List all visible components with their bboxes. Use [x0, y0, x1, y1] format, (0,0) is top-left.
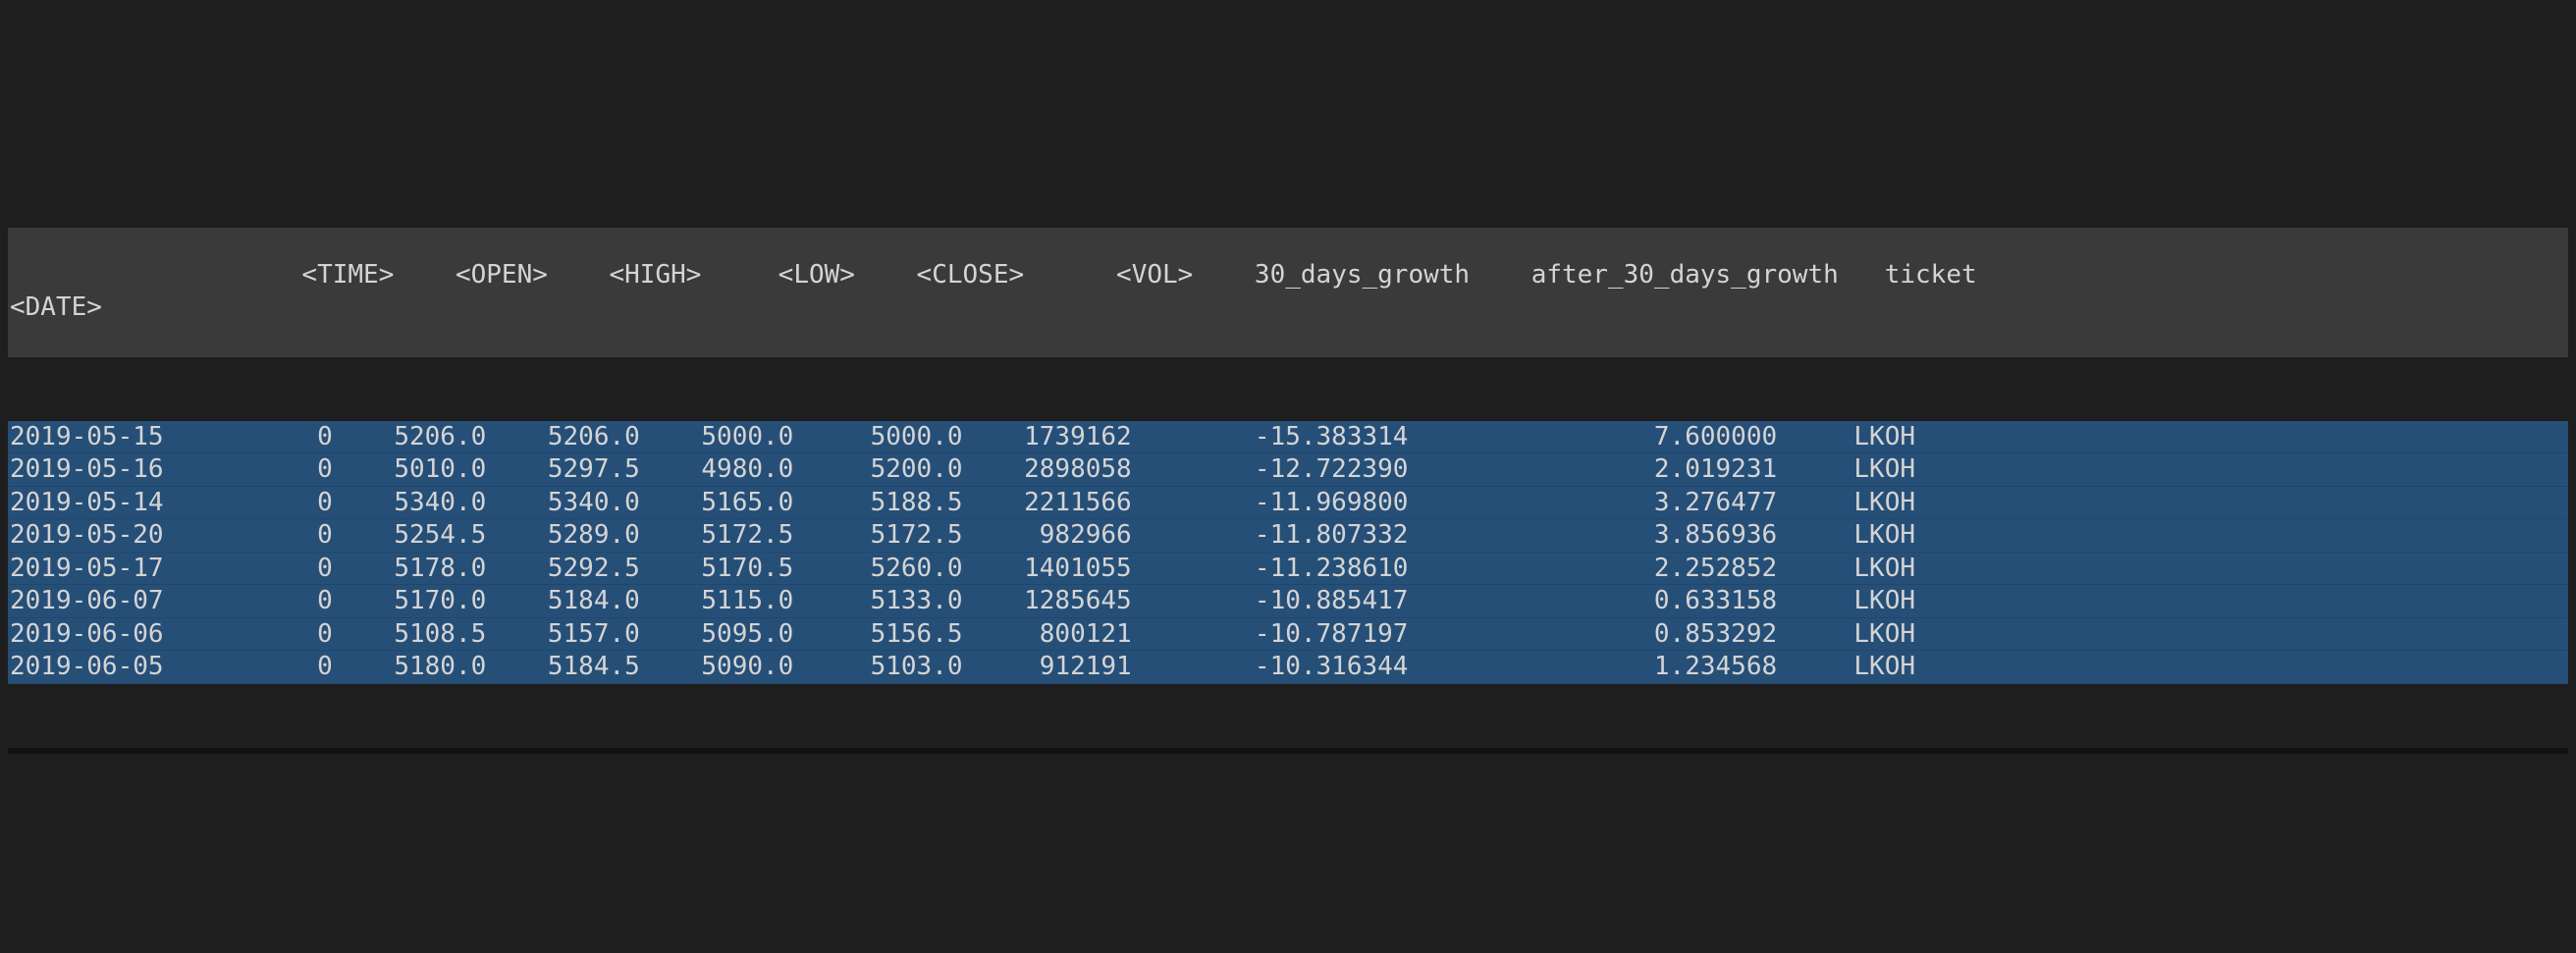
table-row[interactable]: 2019-05-15 0 5206.0 5206.0 5000.0 5000.0…	[8, 421, 2568, 454]
dataframe-output: <TIME> <OPEN> <HIGH> <LOW> <CLOSE> <VOL>…	[0, 160, 2576, 794]
bottom-border	[8, 748, 2568, 754]
table-row[interactable]: 2019-06-07 0 5170.0 5184.0 5115.0 5133.0…	[8, 585, 2568, 618]
table-row[interactable]: 2019-05-20 0 5254.5 5289.0 5172.5 5172.5…	[8, 519, 2568, 553]
header-line-2: <DATE>	[10, 292, 179, 322]
table-body: 2019-05-15 0 5206.0 5206.0 5000.0 5000.0…	[8, 421, 2568, 684]
table-row[interactable]: 2019-06-05 0 5180.0 5184.5 5090.0 5103.0…	[8, 651, 2568, 684]
table-row[interactable]: 2019-05-17 0 5178.0 5292.5 5170.5 5260.0…	[8, 553, 2568, 586]
table-row[interactable]: 2019-05-16 0 5010.0 5297.5 4980.0 5200.0…	[8, 453, 2568, 487]
table-row[interactable]: 2019-06-06 0 5108.5 5157.0 5095.0 5156.5…	[8, 618, 2568, 652]
table-header: <TIME> <OPEN> <HIGH> <LOW> <CLOSE> <VOL>…	[8, 228, 2568, 357]
table-row[interactable]: 2019-05-14 0 5340.0 5340.0 5165.0 5188.5…	[8, 487, 2568, 520]
header-line-1: <TIME> <OPEN> <HIGH> <LOW> <CLOSE> <VOL>…	[72, 260, 1977, 290]
